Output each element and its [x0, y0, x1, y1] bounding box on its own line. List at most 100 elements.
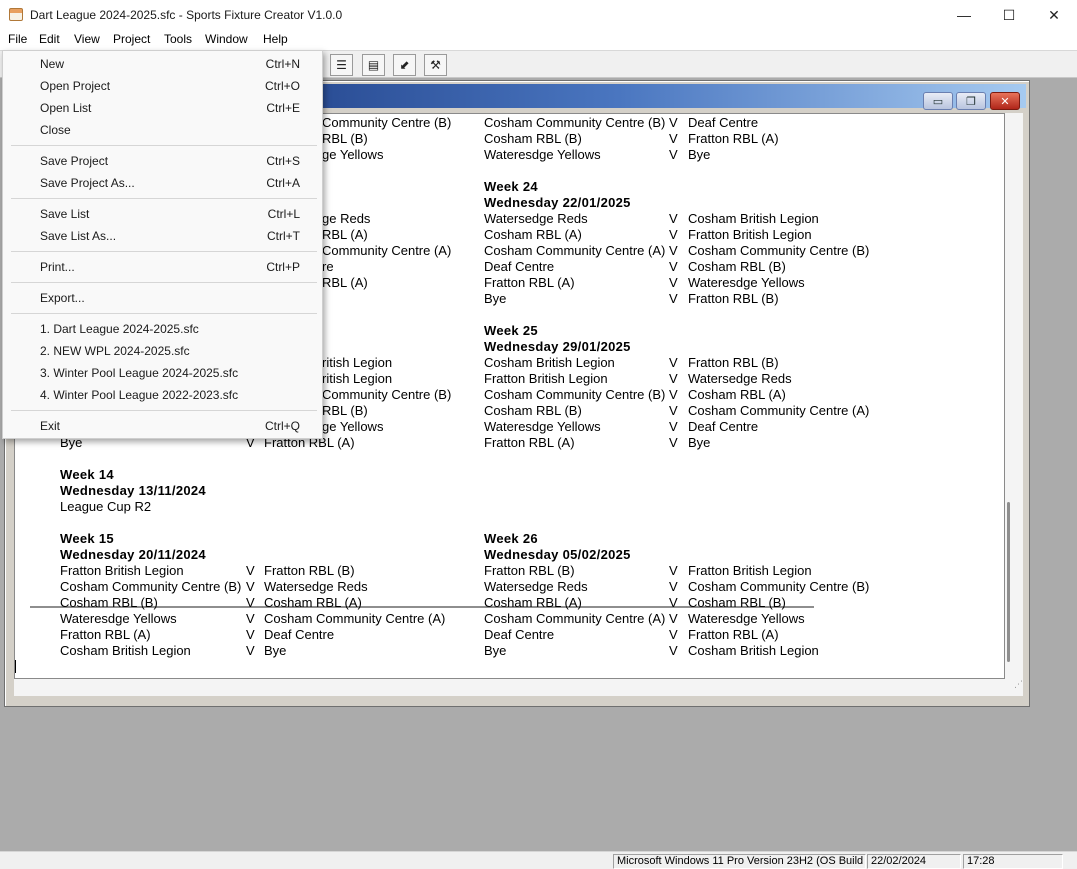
file-menu-dropdown: New Ctrl+N Open Project Ctrl+O Open List Ctrl…	[2, 50, 323, 439]
menu-recent-4[interactable]: 4. Winter Pool League 2022-2023.sfc	[4, 384, 321, 406]
properties-icon[interactable]: ▤	[362, 54, 385, 76]
fixture-home-team: Bye	[484, 643, 507, 658]
menu-window[interactable]: Window	[205, 32, 248, 46]
title-bar: Dart League 2024-2025.sfc - Sports Fixtu…	[0, 0, 1077, 30]
menu-item-shortcut: Ctrl+Q	[264, 419, 300, 433]
menu-separator	[11, 145, 317, 146]
menu-project[interactable]: Project	[113, 32, 150, 46]
fixture-home-team: Cosham British Legion	[484, 355, 615, 370]
doc-close-button[interactable]: ✕	[990, 92, 1020, 110]
fixture-away-team: ge Yellows	[322, 147, 384, 162]
menu-item-label: Save Project	[40, 154, 109, 168]
fixture-versus: V	[246, 611, 255, 626]
fixture-away-team: Wateresdge Yellows	[688, 275, 805, 290]
menu-item-shortcut: Ctrl+A	[266, 176, 300, 190]
fixture-away-team: Fratton RBL (A)	[688, 131, 779, 146]
fixture-away-team: RBL (B)	[322, 131, 368, 146]
menu-open-list[interactable]: Open List Ctrl+E	[4, 97, 321, 119]
fixture-versus: V	[246, 579, 255, 594]
fixture-home-team: Cosham RBL (A)	[484, 227, 582, 242]
week-heading: Week 14	[60, 467, 114, 482]
fixture-home-team: Cosham British Legion	[60, 643, 191, 658]
fixture-home-team: Deaf Centre	[484, 259, 555, 274]
status-date: 22/02/2024	[867, 854, 961, 869]
fixture-versus: V	[669, 275, 678, 290]
menu-open-project[interactable]: Open Project Ctrl+O	[4, 75, 321, 97]
fixture-away-team: Deaf Centre	[688, 115, 759, 130]
menu-save-list[interactable]: Save List Ctrl+L	[4, 203, 321, 225]
menu-tools[interactable]: Tools	[164, 32, 192, 46]
hammer-icon[interactable]: ⚒	[424, 54, 447, 76]
fixture-home-team: Wateresdge Yellows	[60, 611, 177, 626]
maximize-button[interactable]: ☐	[986, 0, 1032, 30]
menu-item-shortcut: Ctrl+O	[264, 79, 300, 93]
fixture-versus: V	[669, 579, 678, 594]
menu-exit[interactable]: Exit Ctrl+Q	[4, 415, 321, 437]
fixture-home-team: Cosham RBL (B)	[484, 131, 582, 146]
menu-save-project-as[interactable]: Save Project As... Ctrl+A	[4, 172, 321, 194]
menu-recent-2[interactable]: 2. NEW WPL 2024-2025.sfc	[4, 340, 321, 362]
menu-file[interactable]: File	[8, 32, 27, 46]
menu-view[interactable]: View	[74, 32, 100, 46]
window-title: Dart League 2024-2025.sfc - Sports Fixtu…	[30, 8, 343, 22]
resize-grip[interactable]: ⋰	[1005, 679, 1023, 696]
menu-help[interactable]: Help	[263, 32, 288, 46]
fixture-versus: V	[669, 387, 678, 402]
fixture-away-team: Cosham RBL (A)	[264, 595, 362, 610]
week-date: Wednesday 05/02/2025	[484, 547, 631, 562]
menu-item-label: 4. Winter Pool League 2022-2023.sfc	[40, 388, 239, 402]
menu-new[interactable]: New Ctrl+N	[4, 53, 321, 75]
menu-print[interactable]: Print... Ctrl+P	[4, 256, 321, 278]
list-icon[interactable]: ☰	[330, 54, 353, 76]
fixture-versus: V	[246, 595, 255, 610]
vertical-scroll-thumb[interactable]	[1007, 502, 1010, 662]
week-date: Wednesday 20/11/2024	[60, 547, 206, 562]
fixture-versus: V	[669, 643, 678, 658]
fixture-away-team: Cosham RBL (B)	[688, 595, 786, 610]
menu-item-label: Open Project	[40, 79, 111, 93]
menu-item-label: Save List	[40, 207, 90, 221]
fixture-home-team: Fratton RBL (A)	[484, 275, 575, 290]
menu-close[interactable]: Close	[4, 119, 321, 141]
fixture-away-team: Community Centre (B)	[322, 115, 452, 130]
fixture-versus: V	[669, 291, 678, 306]
export-icon[interactable]: ⬋	[393, 54, 416, 76]
menu-item-label: Exit	[40, 419, 61, 433]
menu-save-project[interactable]: Save Project Ctrl+S	[4, 150, 321, 172]
fixture-away-team: Fratton RBL (B)	[688, 291, 779, 306]
fixture-away-team: re	[322, 259, 334, 274]
fixture-home-team: Bye	[484, 291, 507, 306]
fixture-versus: V	[669, 595, 678, 610]
status-os: Microsoft Windows 11 Pro Version 23H2 (O…	[613, 854, 866, 869]
fixture-away-team: Deaf Centre	[688, 419, 759, 434]
close-button[interactable]: ✕	[1031, 0, 1077, 30]
fixture-versus: V	[669, 403, 678, 418]
fixture-away-team: Watersedge Reds	[688, 371, 792, 386]
week-date: Wednesday 22/01/2025	[484, 195, 631, 210]
menu-recent-3[interactable]: 3. Winter Pool League 2024-2025.sfc	[4, 362, 321, 384]
fixture-versus: V	[669, 563, 678, 578]
fixture-away-team: ge Yellows	[322, 419, 384, 434]
doc-restore-button[interactable]: ❐	[956, 92, 986, 110]
menu-item-label: New	[40, 57, 65, 71]
horizontal-scrollbar[interactable]	[14, 679, 1005, 696]
menu-bar: File Edit View Project Tools Window Help	[0, 30, 1077, 50]
menu-recent-1[interactable]: 1. Dart League 2024-2025.sfc	[4, 318, 321, 340]
fixture-versus: V	[669, 371, 678, 386]
fixture-away-team: Wateresdge Yellows	[688, 611, 805, 626]
fixture-away-team: Cosham Community Centre (B)	[688, 243, 870, 258]
menu-edit[interactable]: Edit	[39, 32, 60, 46]
menu-save-list-as[interactable]: Save List As... Ctrl+T	[4, 225, 321, 247]
menu-item-label: 3. Winter Pool League 2024-2025.sfc	[40, 366, 239, 380]
menu-separator	[11, 282, 317, 283]
fixture-away-team: Community Centre (A)	[322, 243, 452, 258]
fixture-versus: V	[669, 355, 678, 370]
minimize-button[interactable]: —	[941, 0, 987, 30]
fixture-versus: V	[669, 419, 678, 434]
doc-minimize-button[interactable]: ▭	[923, 92, 953, 110]
fixture-home-team: Cosham Community Centre (B)	[484, 387, 666, 402]
menu-export[interactable]: Export...	[4, 287, 321, 309]
menu-separator	[11, 251, 317, 252]
menu-item-shortcut: Ctrl+E	[266, 101, 300, 115]
fixture-home-team: Fratton RBL (A)	[60, 627, 151, 642]
